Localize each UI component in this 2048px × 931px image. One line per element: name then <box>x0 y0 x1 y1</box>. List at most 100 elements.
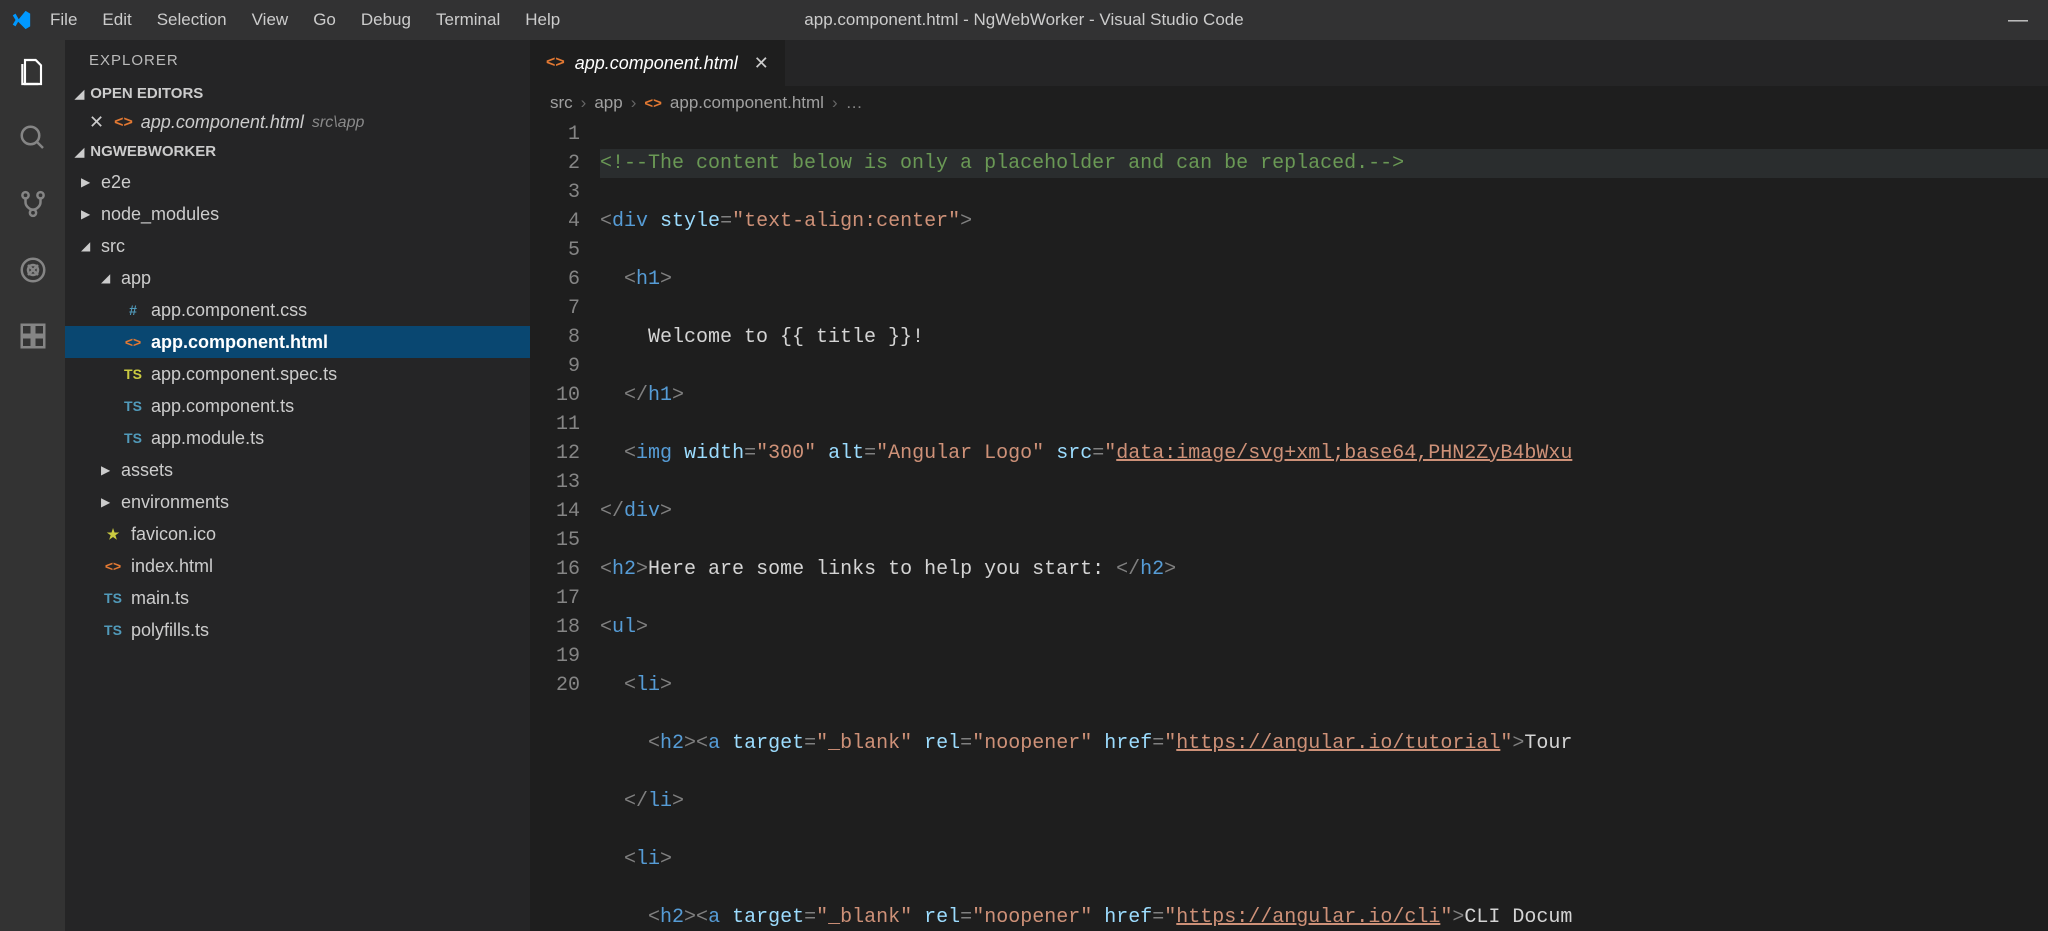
chevron-right-icon: › <box>832 93 838 113</box>
tab-filename: app.component.html <box>575 53 738 74</box>
chevron-icon: ▶ <box>101 463 117 477</box>
file-item[interactable]: TSapp.component.spec.ts <box>65 358 530 390</box>
vscode-logo-icon <box>10 9 32 31</box>
line-number: 12 <box>530 439 580 468</box>
file-item[interactable]: TSmain.ts <box>65 582 530 614</box>
breadcrumb-seg[interactable]: app.component.html <box>670 93 824 113</box>
explorer-icon[interactable] <box>16 55 50 89</box>
activity-bar <box>0 40 65 931</box>
file-tree: ▶e2e▶node_modules◢src◢app#app.component.… <box>65 166 530 646</box>
file-item[interactable]: TS polyfills.ts <box>65 614 530 646</box>
menu-debug[interactable]: Debug <box>361 10 411 30</box>
extensions-icon[interactable] <box>16 319 50 353</box>
menu-selection[interactable]: Selection <box>157 10 227 30</box>
favicon-icon: ★ <box>101 526 125 543</box>
tree-item-label: e2e <box>101 172 131 193</box>
menu-view[interactable]: View <box>252 10 289 30</box>
folder-item[interactable]: ▶ assets <box>65 454 530 486</box>
sidebar-explorer: EXPLORER ◢ OPEN EDITORS ✕ <> app.compone… <box>65 40 530 931</box>
file-item[interactable]: <>index.html <box>65 550 530 582</box>
open-editors-header[interactable]: ◢ OPEN EDITORS <box>65 79 530 108</box>
tree-item-label: node_modules <box>101 204 219 225</box>
folder-item[interactable]: ◢ app <box>65 262 530 294</box>
open-editor-item[interactable]: ✕ <> app.component.html src\app <box>65 108 530 137</box>
chevron-icon: ◢ <box>81 239 97 253</box>
folder-item[interactable]: ▶e2e <box>65 166 530 198</box>
ts-file-icon: TS <box>101 590 125 606</box>
chevron-down-icon: ◢ <box>75 87 84 101</box>
file-item[interactable]: TSapp.module.ts <box>65 422 530 454</box>
search-icon[interactable] <box>16 121 50 155</box>
html-file-icon: <> <box>121 334 145 350</box>
css-file-icon: # <box>121 302 145 318</box>
line-number: 11 <box>530 410 580 439</box>
file-item[interactable]: <>app.component.html <box>65 326 530 358</box>
tree-item-label: app.module.ts <box>151 428 264 449</box>
chevron-icon: ▶ <box>81 207 97 221</box>
file-item[interactable]: TS app.component.ts <box>65 390 530 422</box>
explorer-title: EXPLORER <box>65 40 530 79</box>
file-item[interactable]: # app.component.css <box>65 294 530 326</box>
menu-bar: File Edit Selection View Go Debug Termin… <box>50 10 560 30</box>
line-number: 4 <box>530 207 580 236</box>
line-number: 1 <box>530 120 580 149</box>
tree-item-label: environments <box>121 492 229 513</box>
line-number: 17 <box>530 584 580 613</box>
html-file-icon: <> <box>644 95 662 112</box>
tree-item-label: app.component.spec.ts <box>151 364 337 385</box>
editor-tab[interactable]: <> app.component.html ✕ <box>530 40 786 86</box>
breadcrumb-seg[interactable]: src <box>550 93 573 113</box>
chevron-right-icon: › <box>631 93 637 113</box>
line-number: 8 <box>530 323 580 352</box>
line-number: 2 <box>530 149 580 178</box>
tree-item-label: polyfills.ts <box>131 620 209 641</box>
tree-item-label: app.component.css <box>151 300 307 321</box>
file-item[interactable]: ★ favicon.ico <box>65 518 530 550</box>
code-editor[interactable]: 1234567891011121314151617181920 <!--The … <box>530 120 2048 931</box>
line-number: 18 <box>530 613 580 642</box>
close-icon[interactable]: ✕ <box>89 112 104 133</box>
tree-item-label: src <box>101 236 125 257</box>
menu-edit[interactable]: Edit <box>102 10 131 30</box>
line-number: 5 <box>530 236 580 265</box>
breadcrumb-more[interactable]: … <box>846 93 863 113</box>
tree-item-label: app.component.ts <box>151 396 294 417</box>
tree-item-label: assets <box>121 460 173 481</box>
line-number: 20 <box>530 671 580 700</box>
html-file-icon: <> <box>546 54 565 72</box>
chevron-icon: ◢ <box>101 271 117 285</box>
breadcrumb-seg[interactable]: app <box>594 93 622 113</box>
source-control-icon[interactable] <box>16 187 50 221</box>
html-file-icon: <> <box>114 114 133 132</box>
project-header[interactable]: ◢ NGWEBWORKER <box>65 137 530 166</box>
folder-item[interactable]: ◢ src <box>65 230 530 262</box>
ts-file-icon: TS <box>101 622 125 638</box>
window-minimize-icon[interactable]: — <box>2008 9 2028 32</box>
chevron-icon: ▶ <box>101 495 117 509</box>
breadcrumb[interactable]: src › app › <> app.component.html › … <box>530 86 2048 120</box>
html-file-icon: <> <box>101 558 125 574</box>
menu-file[interactable]: File <box>50 10 77 30</box>
editor-group: <> app.component.html ✕ src › app › <> a… <box>530 40 2048 931</box>
folder-item[interactable]: ▶ environments <box>65 486 530 518</box>
menu-help[interactable]: Help <box>525 10 560 30</box>
line-number: 15 <box>530 526 580 555</box>
tree-item-label: favicon.ico <box>131 524 216 545</box>
ts-file-icon: TS <box>121 398 145 414</box>
tree-item-label: app <box>121 268 151 289</box>
line-number: 7 <box>530 294 580 323</box>
menu-go[interactable]: Go <box>313 10 336 30</box>
open-editor-filename: app.component.html <box>141 112 304 133</box>
line-number: 6 <box>530 265 580 294</box>
line-number: 16 <box>530 555 580 584</box>
line-number-gutter: 1234567891011121314151617181920 <box>530 120 600 931</box>
line-number: 19 <box>530 642 580 671</box>
folder-item[interactable]: ▶ node_modules <box>65 198 530 230</box>
line-number: 9 <box>530 352 580 381</box>
line-number: 14 <box>530 497 580 526</box>
code-content[interactable]: <!--The content below is only a placehol… <box>600 120 2048 931</box>
line-number: 3 <box>530 178 580 207</box>
debug-icon[interactable] <box>16 253 50 287</box>
menu-terminal[interactable]: Terminal <box>436 10 500 30</box>
close-icon[interactable]: ✕ <box>754 53 769 74</box>
